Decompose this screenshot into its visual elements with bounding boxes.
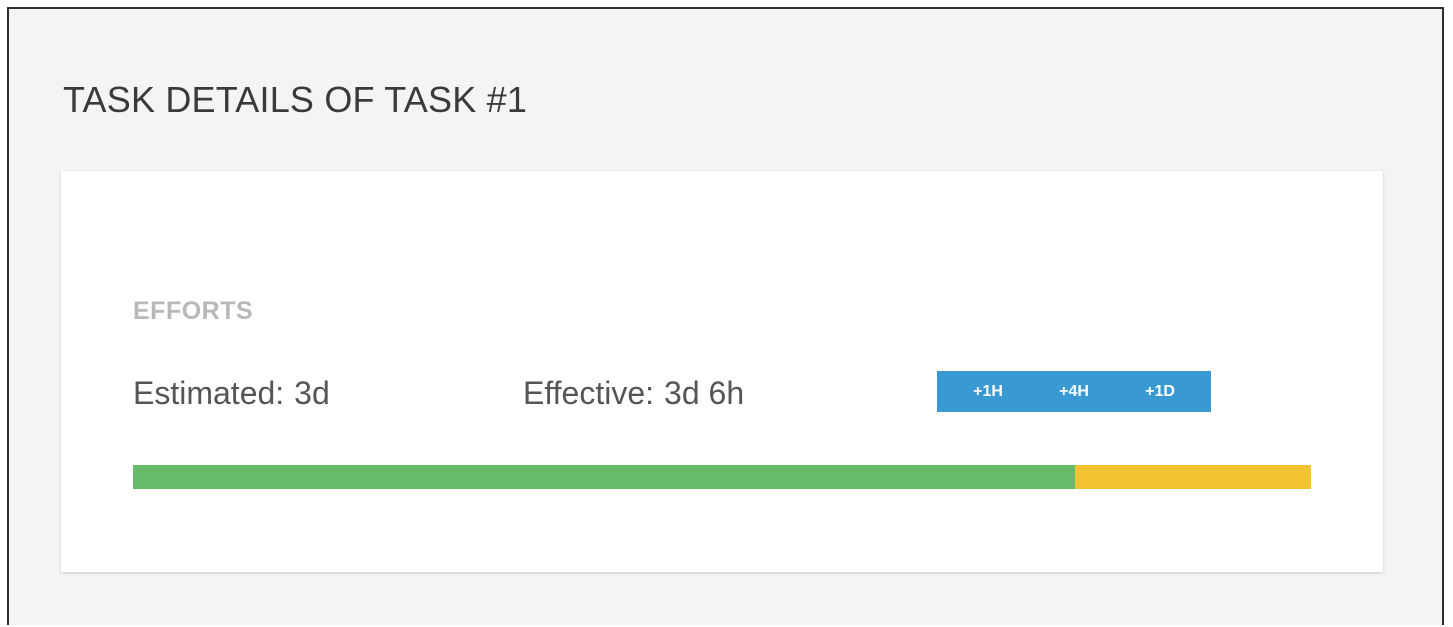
add-1h-button[interactable]: +1H: [965, 379, 1011, 405]
add-1d-button[interactable]: +1D: [1137, 379, 1183, 405]
add-4h-button[interactable]: +4H: [1051, 379, 1097, 405]
effective-label: Effective:: [523, 375, 655, 411]
effort-progress-estimated-fill: [133, 465, 1076, 489]
effective-value: 3d 6h: [664, 375, 745, 411]
page-title: TASK DETAILS OF TASK #1: [63, 79, 528, 120]
estimated-label: Estimated:: [133, 375, 285, 411]
page-frame: TASK DETAILS OF TASK #1 EFFORTS Estimate…: [7, 7, 1444, 625]
estimated-effort: Estimated: 3d: [133, 375, 330, 412]
estimated-value: 3d: [294, 375, 330, 411]
effective-effort: Effective: 3d 6h: [523, 375, 744, 412]
efforts-card: EFFORTS Estimated: 3d Effective: 3d 6h +1H…: [61, 171, 1383, 572]
efforts-section-label: EFFORTS: [133, 297, 254, 325]
add-effort-button-group: +1H +4H +1D: [937, 371, 1211, 412]
efforts-row: Estimated: 3d Effective: 3d 6h +1H +4H +1D: [133, 371, 1313, 415]
effort-progress-bar: [133, 465, 1311, 489]
